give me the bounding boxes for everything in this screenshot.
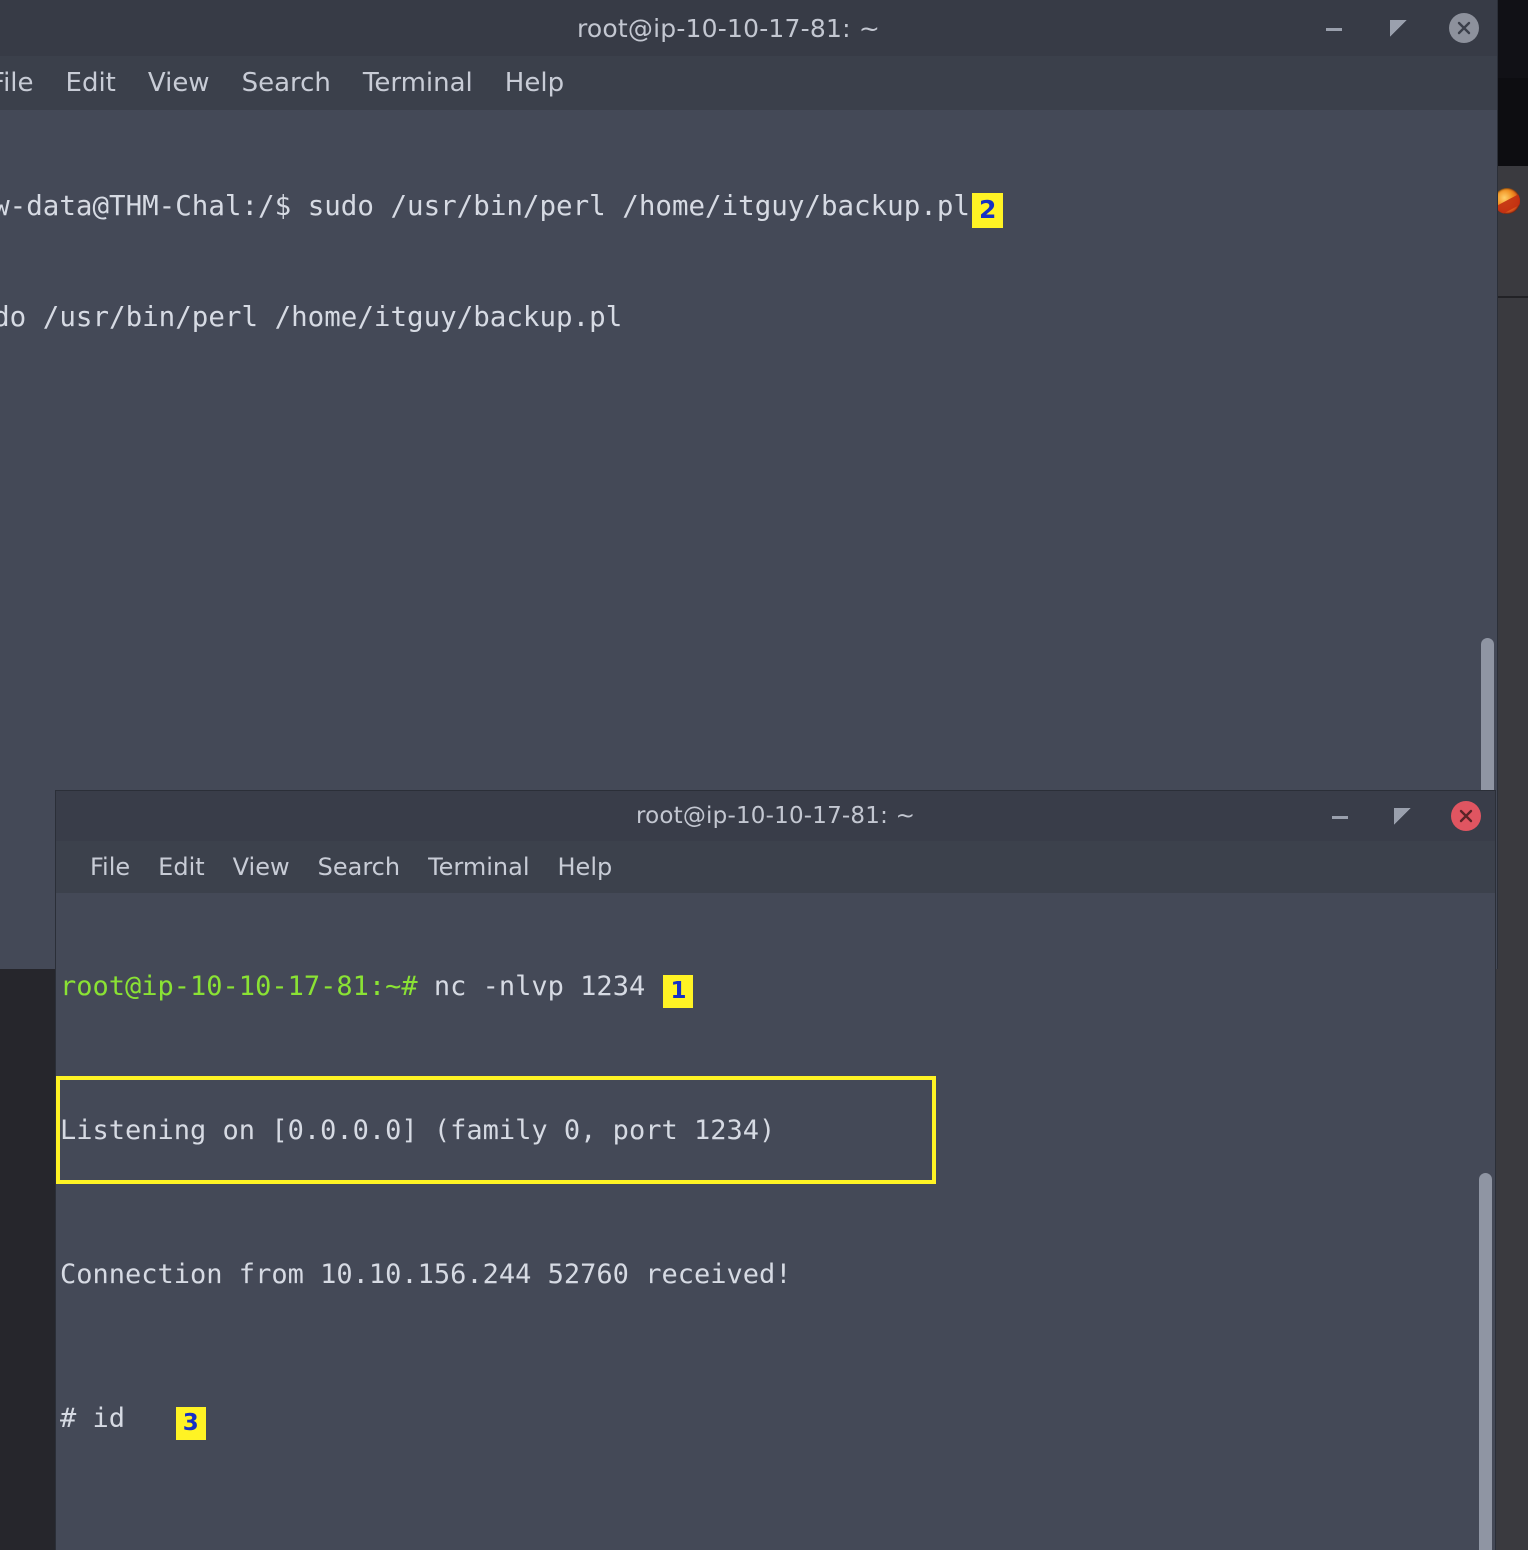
terminal-line: sudo /usr/bin/perl /home/itguy/backup.pl xyxy=(0,299,1497,336)
close-icon xyxy=(1457,21,1471,35)
terminal-line: uid=0(root) gid=0(root) groups=0(root) xyxy=(60,1545,1495,1550)
minimize-button[interactable] xyxy=(1327,803,1353,829)
menu-view[interactable]: View xyxy=(219,851,304,883)
shell-prompt: www-data@THM-Chal:/$ xyxy=(0,190,292,222)
maximize-button[interactable] xyxy=(1385,15,1411,41)
terminal-line: Connection from 10.10.156.244 52760 rece… xyxy=(60,1257,1495,1293)
maximize-icon xyxy=(1393,807,1411,825)
output-text: sudo /usr/bin/perl /home/itguy/backup.pl xyxy=(0,301,623,333)
terminal-line: # id 3 xyxy=(60,1401,1495,1440)
window-title-front: root@ip-10-10-17-81: ~ xyxy=(635,803,916,829)
desktop-background-strip-second xyxy=(1496,78,1528,166)
menu-view[interactable]: View xyxy=(132,66,226,100)
output-text: Listening on [0.0.0.0] (family 0, port 1… xyxy=(60,1115,776,1146)
terminal-line: www-data@THM-Chal:/$ sudo /usr/bin/perl … xyxy=(0,188,1497,228)
terminal-body-front[interactable]: root@ip-10-10-17-81:~# nc -nlvp 1234 1 L… xyxy=(56,893,1495,1550)
terminal-line: root@ip-10-10-17-81:~# nc -nlvp 1234 1 xyxy=(60,969,1495,1008)
desktop-divider xyxy=(1496,296,1528,298)
annotation-badge-2: 2 xyxy=(971,193,1004,228)
scrollbar-front[interactable] xyxy=(1479,1173,1492,1550)
menu-edit[interactable]: Edit xyxy=(144,851,218,883)
menu-edit[interactable]: Edit xyxy=(50,66,132,100)
screen: root@ip-10-10-17-81: ~ File Edit View Se… xyxy=(0,0,1528,1550)
menu-search[interactable]: Search xyxy=(304,851,414,883)
titlebar-back[interactable]: root@ip-10-10-17-81: ~ xyxy=(0,0,1497,56)
annotation-badge-3: 3 xyxy=(175,1407,206,1440)
minimize-button[interactable] xyxy=(1321,15,1347,41)
close-button[interactable] xyxy=(1449,13,1479,43)
close-icon xyxy=(1459,809,1473,823)
close-button[interactable] xyxy=(1451,801,1481,831)
terminal-window-front[interactable]: root@ip-10-10-17-81: ~ File Edit View Se… xyxy=(55,790,1496,1550)
annotation-badge-1: 1 xyxy=(663,975,694,1008)
menubar-back[interactable]: File Edit View Search Terminal Help xyxy=(0,56,1497,110)
titlebar-front[interactable]: root@ip-10-10-17-81: ~ xyxy=(56,791,1495,841)
terminal-output-front: root@ip-10-10-17-81:~# nc -nlvp 1234 1 L… xyxy=(56,893,1495,1550)
command-text: nc -nlvp 1234 xyxy=(417,971,662,1002)
maximize-button[interactable] xyxy=(1389,803,1415,829)
menu-terminal[interactable]: Terminal xyxy=(414,851,543,883)
command-text: sudo /usr/bin/perl /home/itguy/backup.pl xyxy=(291,190,970,222)
window-controls-front xyxy=(1327,791,1481,841)
terminal-output-back: www-data@THM-Chal:/$ sudo /usr/bin/perl … xyxy=(0,110,1497,521)
menubar-front[interactable]: File Edit View Search Terminal Help xyxy=(56,841,1495,893)
menu-help[interactable]: Help xyxy=(489,66,580,100)
maximize-icon xyxy=(1389,19,1407,37)
menu-file[interactable]: File xyxy=(0,66,50,100)
menu-help[interactable]: Help xyxy=(544,851,627,883)
shell-prompt: root@ip-10-10-17-81:~# xyxy=(60,971,418,1002)
output-text: Connection from 10.10.156.244 52760 rece… xyxy=(60,1259,792,1290)
desktop-background-strip-top xyxy=(1496,0,1528,78)
terminal-line: Listening on [0.0.0.0] (family 0, port 1… xyxy=(60,1113,1495,1149)
menu-search[interactable]: Search xyxy=(226,66,347,100)
desktop-background xyxy=(1496,0,1528,1550)
command-text: # id xyxy=(60,1403,174,1434)
window-controls-back xyxy=(1321,0,1479,56)
menu-file[interactable]: File xyxy=(76,851,144,883)
window-title-back: root@ip-10-10-17-81: ~ xyxy=(577,13,880,43)
desktop-background-left xyxy=(0,968,56,1550)
menu-terminal[interactable]: Terminal xyxy=(347,66,489,100)
